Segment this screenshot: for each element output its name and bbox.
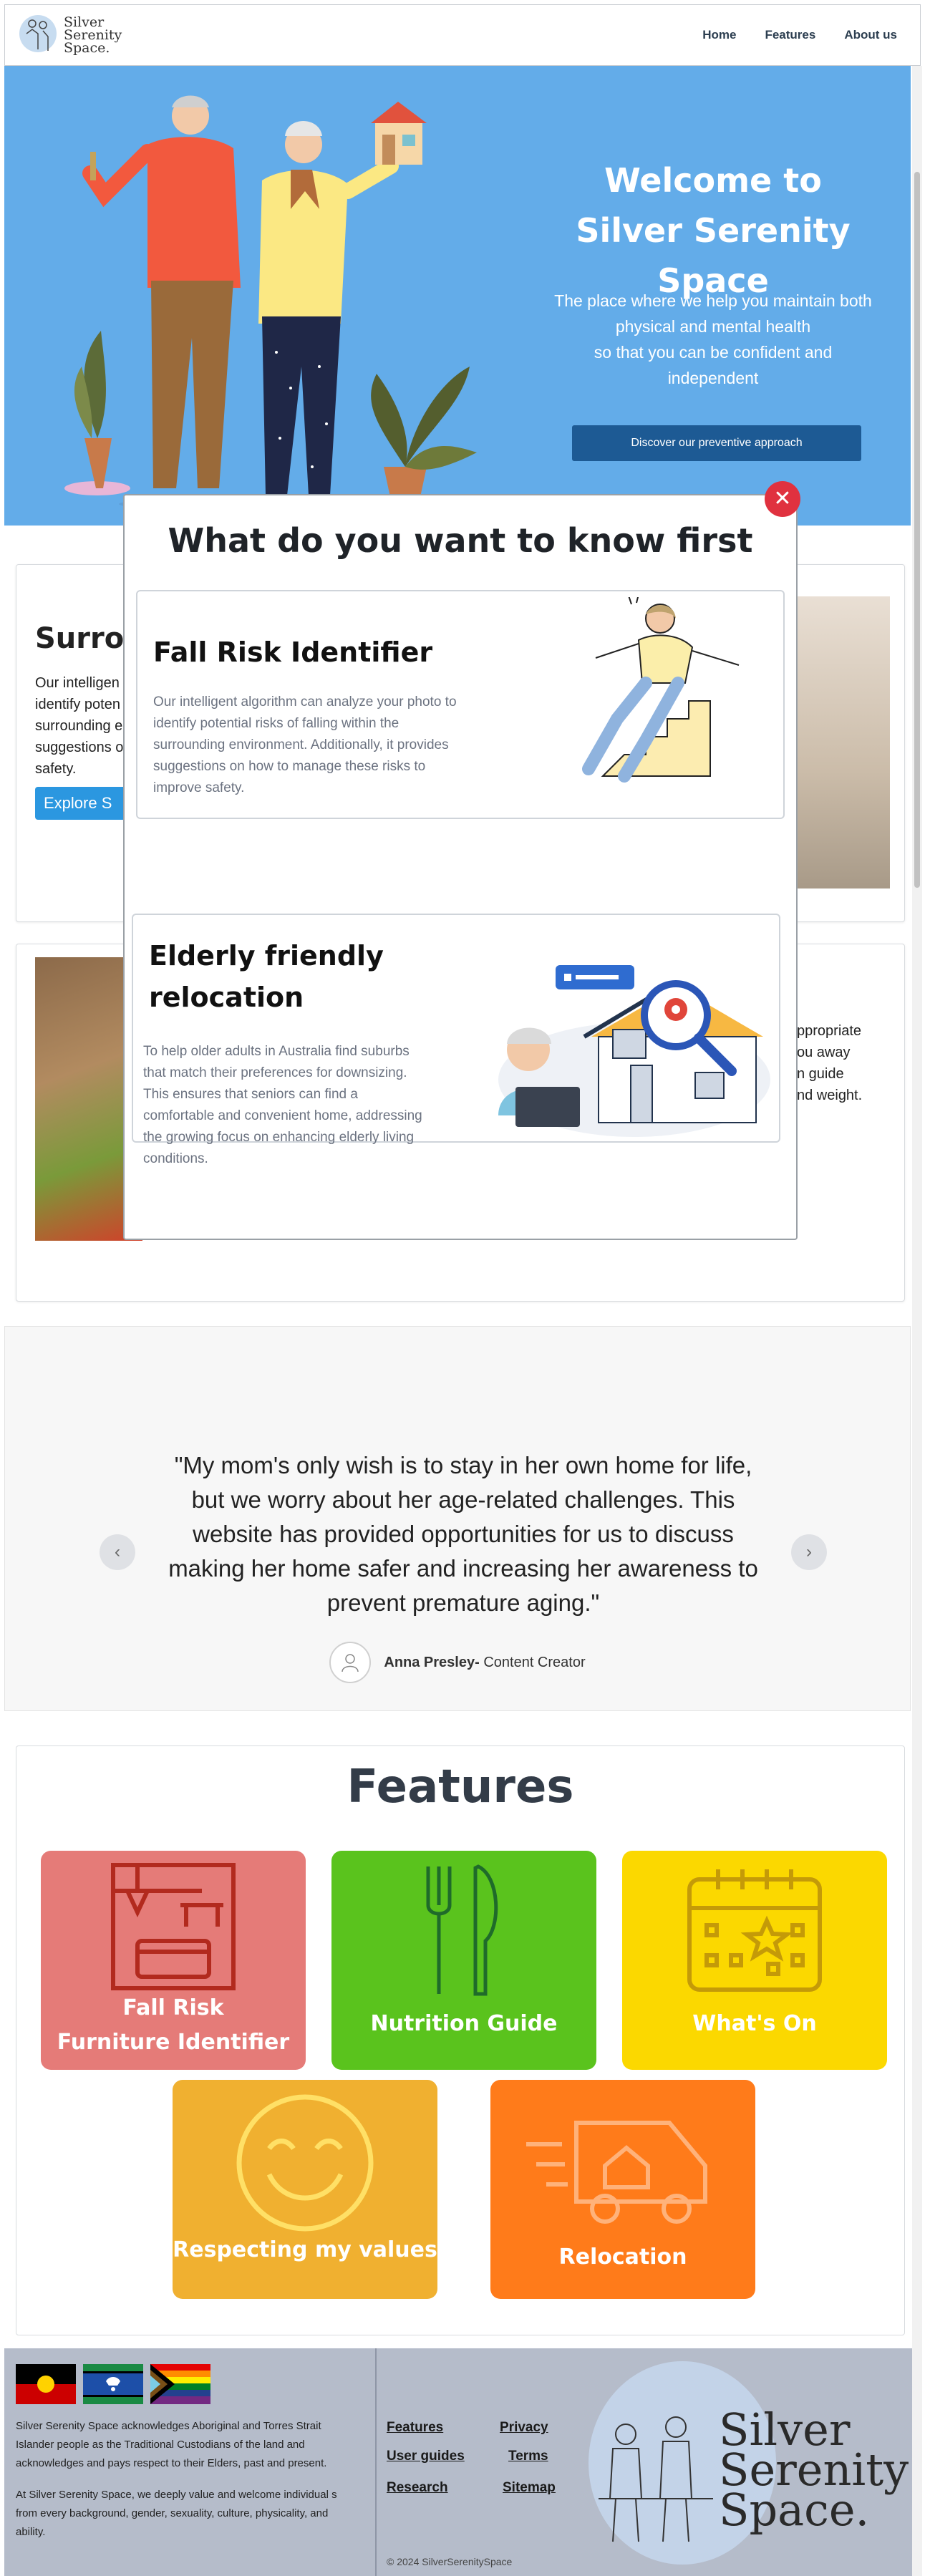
- feature-tile-relocation[interactable]: Relocation: [490, 2080, 755, 2299]
- furniture-icon: [111, 1863, 236, 1990]
- copyright: © 2024 SilverSerenitySpace: [387, 2556, 513, 2567]
- modal-title: What do you want to know first: [168, 521, 753, 560]
- footer-link-privacy[interactable]: Privacy: [500, 2420, 548, 2436]
- avatar: [329, 1642, 372, 1683]
- carousel-prev-button[interactable]: ‹: [100, 1534, 135, 1570]
- tile-label: Relocation: [558, 2245, 687, 2270]
- user-icon: [342, 1654, 359, 1672]
- feature-tile-fall-risk[interactable]: Fall Risk Furniture Identifier: [41, 1851, 306, 2070]
- progress-pride-flag-icon: [150, 2364, 210, 2404]
- nav-about-us[interactable]: About us: [844, 28, 897, 42]
- feature-tile-whats-on[interactable]: What's On: [622, 1851, 887, 2070]
- option-description: To help older adults in Australia find s…: [143, 1044, 422, 1166]
- elderly-couple-illustration: [64, 95, 477, 517]
- nav-features[interactable]: Features: [765, 28, 815, 42]
- choice-modal: What do you want to know first Fall Risk…: [123, 494, 798, 1240]
- elderly-couple-logo-icon: [599, 2416, 713, 2542]
- aboriginal-flag-icon: [16, 2364, 76, 2404]
- hero-banner: Welcome to Silver Serenity Space The pla…: [4, 66, 911, 526]
- smiley-icon: [236, 2094, 374, 2232]
- nav-home[interactable]: Home: [702, 28, 736, 42]
- feature-tile-nutrition[interactable]: Nutrition Guide: [331, 1851, 596, 2070]
- room-photo: [797, 596, 890, 888]
- testimonial-quote: "My mom's only wish is to stay in her ow…: [168, 1452, 758, 1616]
- footer-link-features[interactable]: Features: [387, 2420, 443, 2436]
- option-title: Fall Risk Identifier: [153, 636, 433, 668]
- author-name: Anna Presley-: [384, 1654, 480, 1670]
- option-fall-risk[interactable]: Fall Risk Identifier Our intelligent alg…: [136, 590, 785, 819]
- torres-strait-flag-icon: [83, 2364, 143, 2404]
- feature-tile-values[interactable]: Respecting my values: [173, 2080, 437, 2299]
- house-search-illustration: [498, 965, 770, 1137]
- option-description: Our intelligent algorithm can analyze yo…: [153, 694, 457, 795]
- inclusion-text: At Silver Serenity Space, we deeply valu…: [16, 2489, 337, 2538]
- features-section: Features Fall Risk Furniture Identifier …: [16, 1745, 905, 2335]
- footer-link-sitemap[interactable]: Sitemap: [503, 2480, 556, 2496]
- acknowledgement-text: Silver Serenity Space acknowledges Abori…: [16, 2420, 327, 2469]
- footer-link-research[interactable]: Research: [387, 2480, 448, 2496]
- scrollbar-thumb[interactable]: [914, 172, 920, 888]
- footer-divider: [375, 2348, 377, 2576]
- footer-logo-wordmark: Silver Serenity Space.: [719, 2403, 909, 2536]
- footer-link-user-guides[interactable]: User guides: [387, 2449, 465, 2464]
- flags-row: [16, 2364, 210, 2404]
- discover-approach-button[interactable]: Discover our preventive approach: [572, 425, 861, 461]
- site-logo[interactable]: Silver Serenity Space.: [19, 9, 122, 61]
- section-text-right: ppropriate ou away n guide nd weight.: [797, 1023, 863, 1103]
- person-falling-stairs-illustration: [582, 597, 740, 783]
- tile-label: Respecting my values: [173, 2237, 437, 2262]
- logo-mark-icon: [19, 15, 57, 52]
- site-footer: Silver Serenity Space acknowledges Abori…: [4, 2348, 922, 2576]
- features-title: Features: [347, 1761, 574, 1814]
- section-text: Our intelligen identify poten surroundin…: [35, 675, 124, 777]
- footer-link-terms[interactable]: Terms: [508, 2449, 548, 2464]
- tile-label: What's On: [692, 2011, 817, 2036]
- cutlery-icon: [426, 1864, 498, 1996]
- option-relocation[interactable]: Elderly friendly relocation To help olde…: [132, 914, 780, 1166]
- calendar-icon: [687, 1869, 822, 1992]
- main-nav: Home Features About us: [702, 28, 897, 42]
- moving-truck-icon: [526, 2121, 707, 2224]
- option-title: Elderly friendly relocation: [149, 940, 384, 1013]
- author-role: Content Creator: [479, 1654, 586, 1670]
- modal-close-button[interactable]: ✕: [765, 481, 800, 517]
- hero-subtitle: The place where we help you maintain bot…: [554, 291, 872, 387]
- carousel-next-button[interactable]: ›: [791, 1534, 827, 1570]
- hero-title: Welcome to Silver Serenity Space: [576, 161, 851, 300]
- tile-label: Fall Risk Furniture Identifier: [57, 1995, 290, 2055]
- testimonial-carousel: "My mom's only wish is to stay in her ow…: [4, 1326, 911, 1711]
- testimonial-author: Anna Presley- Content Creator: [5, 1642, 910, 1683]
- site-header: Silver Serenity Space. Home Features Abo…: [4, 4, 921, 66]
- tile-label: Nutrition Guide: [370, 2011, 558, 2036]
- logo-wordmark: Silver Serenity Space.: [64, 14, 122, 56]
